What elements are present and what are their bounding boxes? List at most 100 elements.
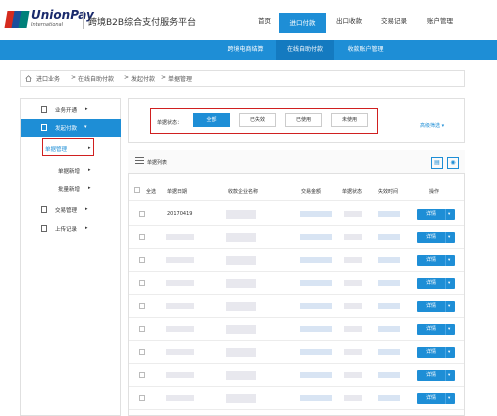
nav-home[interactable]: 首页 (258, 15, 271, 25)
chevron-down-icon[interactable]: ▾ (448, 301, 450, 312)
redacted-amount (300, 349, 332, 355)
detail-button[interactable]: 详情 ▾ (417, 393, 455, 404)
redacted-amount (300, 372, 332, 378)
brand-name: UnionPay (31, 8, 94, 22)
redacted-amount (300, 303, 332, 309)
row-checkbox[interactable] (139, 349, 145, 355)
sidebar-sub-batch-add[interactable]: 批量新增 ▸ (21, 182, 121, 196)
redacted-expiry (378, 395, 400, 401)
row-checkbox[interactable] (139, 234, 145, 240)
detail-button[interactable]: 详情 ▾ (417, 209, 455, 220)
chevron-right-icon: ▸ (88, 167, 91, 173)
redacted-amount (300, 234, 332, 240)
row-divider (129, 271, 464, 272)
breadcrumb-import-business[interactable]: 进口业务 (36, 74, 60, 83)
redacted-date (166, 234, 194, 240)
detail-button-label: 详情 (426, 257, 437, 263)
detail-button[interactable]: 详情 ▾ (417, 347, 455, 358)
sidebar-item-initiate-payment[interactable]: 发起付款 ▾ (21, 119, 121, 137)
sidebar-item-label: 发起付款 (55, 126, 78, 132)
filter-expired-button[interactable]: 已失效 (239, 113, 276, 127)
row-checkbox[interactable] (139, 372, 145, 378)
row-divider (129, 317, 464, 318)
chevron-down-icon[interactable]: ▾ (448, 347, 450, 358)
redacted-date (166, 326, 194, 332)
highlight-box (42, 138, 94, 156)
chevron-down-icon[interactable]: ▾ (448, 324, 450, 335)
brand-divider (83, 11, 84, 29)
chevron-down-icon[interactable]: ▾ (448, 209, 450, 220)
document-icon (41, 206, 47, 213)
chevron-down-icon[interactable]: ▾ (448, 370, 450, 381)
export-icon[interactable]: ▤ (431, 157, 443, 169)
row-divider (129, 200, 464, 201)
cell-date: 20170419 (167, 211, 193, 217)
detail-button-label: 详情 (426, 395, 437, 401)
nav-transaction-records[interactable]: 交易记录 (381, 15, 407, 25)
nav-export-receipt[interactable]: 出口收款 (336, 15, 362, 25)
redacted-expiry (378, 257, 400, 263)
subnav-online-self-payment[interactable]: 在线自助付款 (276, 40, 334, 60)
chevron-down-icon[interactable]: ▾ (448, 278, 450, 289)
redacted-status (344, 326, 362, 332)
filter-unused-button[interactable]: 未使用 (331, 113, 368, 127)
row-checkbox[interactable] (139, 257, 145, 263)
sidebar-sub-add-document[interactable]: 单据新增 ▸ (21, 164, 121, 178)
row-divider (129, 294, 464, 295)
document-icon (41, 225, 47, 232)
redacted-expiry (378, 280, 400, 286)
row-checkbox[interactable] (139, 280, 145, 286)
sidebar-item-transaction-management[interactable]: 交易管理 ▸ (21, 201, 121, 219)
status-filter-label: 单据状态： (157, 120, 183, 126)
row-divider (129, 248, 464, 249)
chevron-right-icon: ▸ (85, 225, 88, 231)
chevron-right-icon: ▸ (85, 106, 88, 112)
subnav-receiving-account[interactable]: 收款账户管理 (338, 40, 393, 60)
column-header-amount: 交易金额 (301, 189, 322, 195)
breadcrumb-document-management: 单据管理 (168, 76, 193, 83)
button-divider (445, 393, 446, 404)
redacted-payee (226, 302, 256, 311)
detail-button[interactable]: 详情 ▾ (417, 301, 455, 312)
filter-used-button[interactable]: 已使用 (285, 113, 322, 127)
nav-import-payment[interactable]: 进口付款 (279, 13, 326, 33)
row-checkbox[interactable] (139, 211, 145, 217)
redacted-expiry (378, 303, 400, 309)
breadcrumb-online-self-payment[interactable]: 在线自助付款 (78, 74, 114, 83)
redacted-status (344, 257, 362, 263)
subnav-cross-border-settlement[interactable]: 跨境电商结算 (218, 40, 273, 60)
detail-button[interactable]: 详情 ▾ (417, 278, 455, 289)
row-checkbox[interactable] (139, 326, 145, 332)
redacted-date (166, 372, 194, 378)
sidebar-item-upload-records[interactable]: 上传记录 ▸ (21, 220, 121, 238)
row-checkbox[interactable] (139, 395, 145, 401)
nav-account-management[interactable]: 账户管理 (427, 15, 453, 25)
document-icon (41, 106, 47, 113)
detail-button[interactable]: 详情 ▾ (417, 255, 455, 266)
redacted-status (344, 211, 362, 217)
chevron-down-icon[interactable]: ▾ (448, 393, 450, 404)
sidebar-item-label: 上传记录 (55, 227, 78, 233)
platform-title: 跨境B2B综合支付服务平台 (88, 18, 197, 28)
detail-button-label: 详情 (426, 303, 437, 309)
detail-button[interactable]: 详情 ▾ (417, 232, 455, 243)
select-all-checkbox[interactable] (134, 187, 140, 193)
breadcrumb-initiate-payment[interactable]: 发起付款 (131, 74, 155, 83)
chevron-down-icon[interactable]: ▾ (448, 255, 450, 266)
sidebar-item-business-opening[interactable]: 业务开通 ▸ (21, 101, 121, 119)
sidebar-sub-label: 单据新增 (58, 169, 81, 175)
advanced-filter-link[interactable]: 高级筛选 ▾ (420, 122, 444, 129)
chevron-down-icon[interactable]: ▾ (448, 232, 450, 243)
detail-button[interactable]: 详情 ▾ (417, 370, 455, 381)
document-icon (41, 124, 47, 131)
detail-button-label: 详情 (426, 234, 437, 240)
eye-icon[interactable]: ◉ (447, 157, 459, 169)
chevron-right-icon: ▸ (85, 206, 88, 212)
detail-button[interactable]: 详情 ▾ (417, 324, 455, 335)
redacted-payee (226, 348, 256, 357)
redacted-date (166, 349, 194, 355)
home-icon[interactable] (25, 75, 32, 82)
filter-all-button[interactable]: 全部 (193, 113, 230, 127)
row-checkbox[interactable] (139, 303, 145, 309)
detail-button-label: 详情 (426, 326, 437, 332)
